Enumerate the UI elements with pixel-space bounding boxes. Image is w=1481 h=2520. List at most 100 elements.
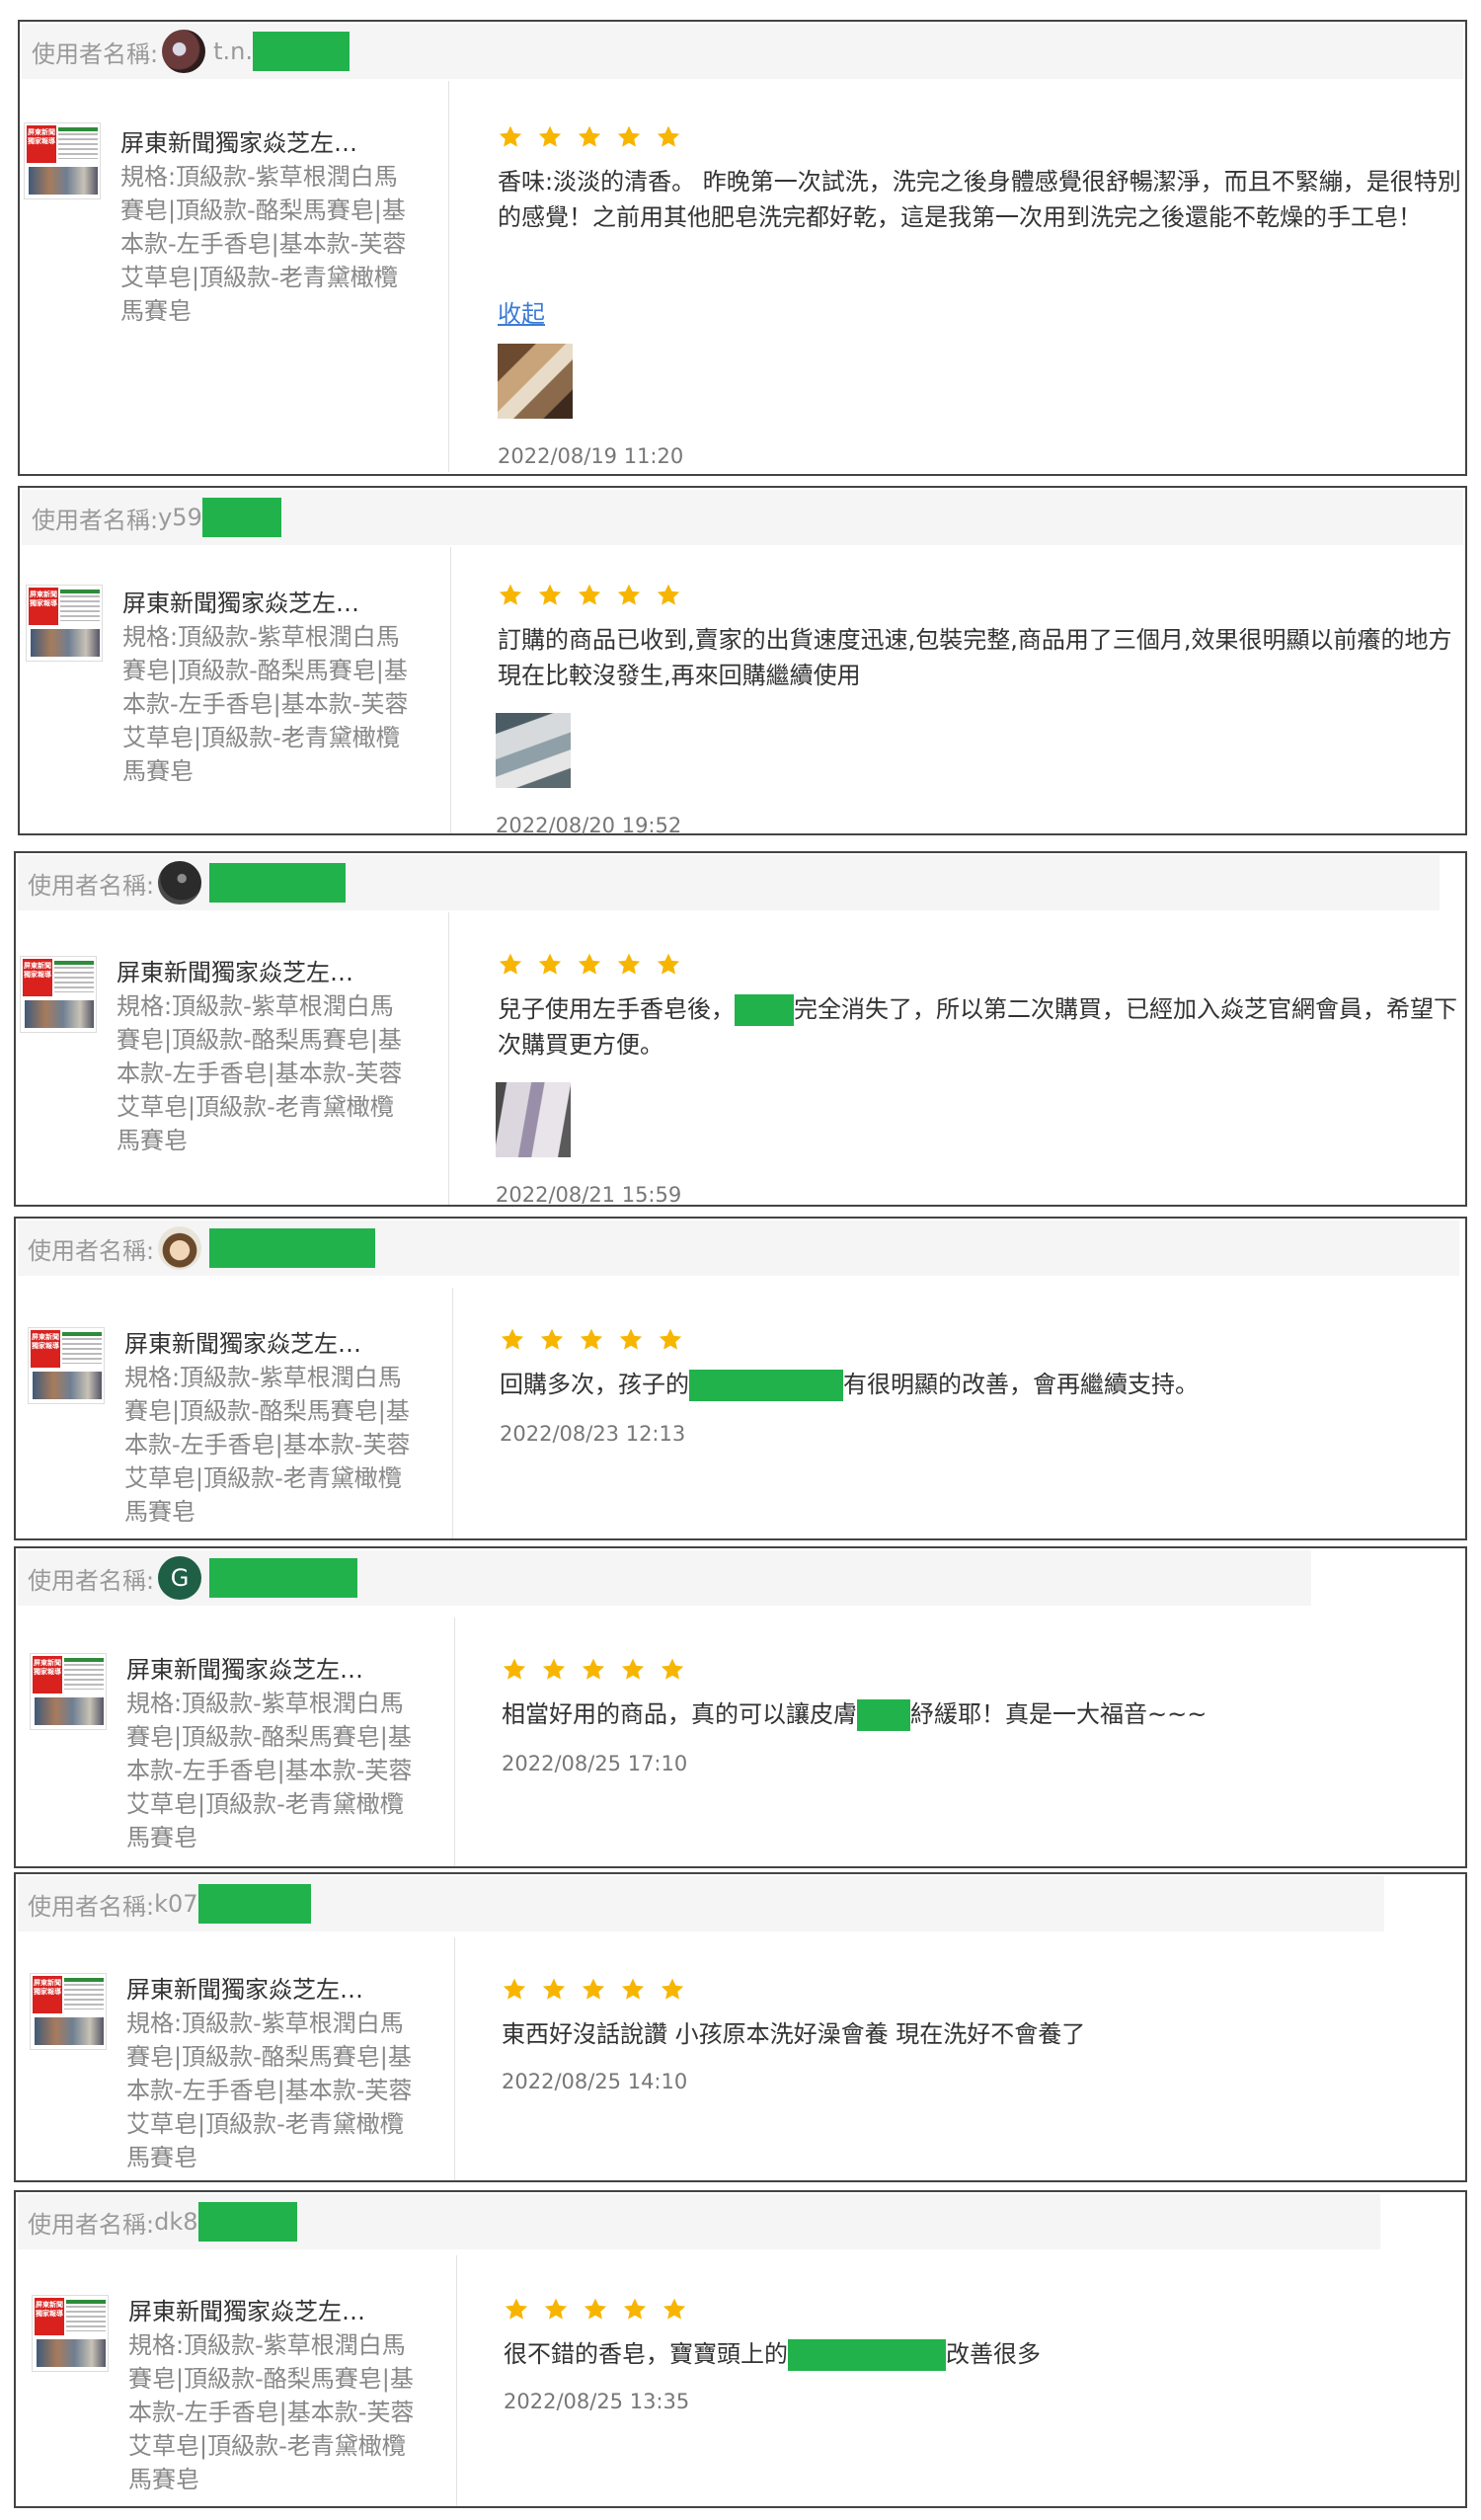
redaction-box (209, 863, 347, 903)
product-spec: 規格:頂級款-紫草根潤白馬賽皂|頂級款-酪梨馬賽皂|基本款-左手香皂|基本款-芙… (128, 2331, 415, 2493)
review-text-part: 相當好用的商品，真的可以讓皮膚 (502, 1700, 857, 1728)
star-rating (502, 1977, 699, 2007)
divider (450, 547, 451, 833)
review-date: 2022/08/23 12:13 (500, 1422, 686, 1446)
username: dk8 (154, 2208, 198, 2236)
product-spec: 規格:頂級款-紫草根潤白馬賽皂|頂級款-酪梨馬賽皂|基本款-左手香皂|基本款-芙… (124, 1364, 411, 1526)
product-info: 屏東新聞獨家焱芝左… 規格:頂級款-紫草根潤白馬賽皂|頂級款-酪梨馬賽皂|基本款… (122, 587, 419, 788)
star-icon (582, 1978, 605, 2000)
avatar (158, 1226, 202, 1270)
star-icon (657, 953, 680, 975)
divider (452, 1288, 453, 1538)
star-icon (621, 1978, 645, 2000)
product-info: 屏東新聞獨家焱芝左… 規格:頂級款-紫草根潤白馬賽皂|頂級款-酪梨馬賽皂|基本款… (126, 1973, 423, 2174)
product-spec: 規格:頂級款-紫草根潤白馬賽皂|頂級款-酪梨馬賽皂|基本款-左手香皂|基本款-芙… (122, 623, 409, 785)
review-text: 很不錯的香皂，寶寶頭上的 改善很多 (504, 2336, 1471, 2372)
review-text: 兒子使用左手香皂後， 完全消失了，所以第二次購買，已經加入焱芝官網會員，希望下次購… (498, 991, 1465, 1063)
star-icon (657, 125, 680, 147)
redaction-box (689, 1370, 843, 1401)
star-icon (617, 125, 641, 147)
username-label: 使用者名稱: (32, 506, 159, 534)
avatar (158, 861, 202, 905)
review-date: 2022/08/25 17:10 (502, 1752, 688, 1775)
redaction-box (201, 498, 281, 537)
product-thumbnail[interactable]: 屏東新聞獨家報導 (28, 1327, 105, 1404)
star-icon (619, 1328, 643, 1350)
star-icon (578, 584, 601, 605)
product-spec: 規格:頂級款-紫草根潤白馬賽皂|頂級款-酪梨馬賽皂|基本款-左手香皂|基本款-芙… (126, 2009, 413, 2171)
divider (454, 1937, 455, 2180)
username-label: 使用者名稱: (28, 1566, 155, 1595)
redaction-box (735, 994, 794, 1026)
star-icon (499, 584, 522, 605)
review-text: 東西好沒話說讚 小孩原本洗好澡會養 現在洗好不會養了 (502, 2016, 1469, 2052)
star-icon (659, 1328, 682, 1350)
star-icon (657, 584, 680, 605)
redaction-box (209, 1228, 376, 1268)
review-card-3: 使用者名稱: 屏東新聞獨家報導 屏東新聞獨家焱芝左… 規格:頂級款-紫草根潤白馬… (14, 851, 1467, 1207)
review-text: 相當好用的商品，真的可以讓皮膚 紓緩耶！真是一大福音~~~ (502, 1696, 1469, 1732)
product-thumbnail[interactable]: 屏東新聞獨家報導 (26, 585, 103, 662)
redaction-box (197, 2202, 297, 2242)
product-info: 屏東新聞獨家焱芝左… 規格:頂級款-紫草根潤白馬賽皂|頂級款-酪梨馬賽皂|基本款… (117, 956, 413, 1157)
product-title[interactable]: 屏東新聞獨家焱芝左… (126, 1973, 423, 2007)
divider (454, 1617, 455, 1866)
review-text-part: 有很明顯的改善，會再繼續支持。 (843, 1371, 1199, 1398)
product-info: 屏東新聞獨家焱芝左… 規格:頂級款-紫草根潤白馬賽皂|頂級款-酪梨馬賽皂|基本款… (128, 2295, 425, 2496)
star-icon (499, 953, 522, 975)
username-label: 使用者名稱: (28, 1236, 155, 1265)
star-icon (499, 125, 522, 147)
star-icon (621, 1658, 645, 1680)
review-photo[interactable] (496, 1082, 571, 1157)
review-text-part: 香味:淡淡的清香。 昨晚第一次試洗，洗完之後身體感覺很舒暢潔淨，而且不緊繃，是很… (498, 168, 1461, 231)
review-date: 2022/08/19 11:20 (498, 444, 684, 468)
product-title[interactable]: 屏東新聞獨家焱芝左… (120, 126, 417, 160)
review-card-1: 使用者名稱: t.n. 屏東新聞獨家報導 屏東新聞獨家焱芝左… 規格:頂級款-紫… (18, 20, 1467, 476)
star-icon (661, 1978, 684, 2000)
product-thumbnail[interactable]: 屏東新聞獨家報導 (20, 956, 97, 1033)
star-icon (580, 1328, 603, 1350)
review-text: 訂購的商品已收到,賣家的出貨速度迅速,包裝完整,商品用了三個月,效果很明顯以前癢… (498, 622, 1465, 693)
review-photo[interactable] (498, 344, 573, 419)
product-title[interactable]: 屏東新聞獨家焱芝左… (126, 1653, 423, 1687)
product-title[interactable]: 屏東新聞獨家焱芝左… (122, 587, 419, 620)
star-icon (538, 953, 562, 975)
review-card-4: 使用者名稱: 屏東新聞獨家報導 屏東新聞獨家焱芝左… 規格:頂級款-紫草根潤白馬… (14, 1217, 1467, 1540)
star-icon (538, 125, 562, 147)
star-rating (498, 124, 695, 154)
star-rating (502, 1657, 699, 1687)
product-thumbnail[interactable]: 屏東新聞獨家報導 (32, 2295, 109, 2372)
reviewer-header: 使用者名稱: t.n. (22, 24, 1463, 79)
star-icon (584, 2298, 607, 2320)
reviewer-header: 使用者名稱: G (18, 1550, 1311, 1606)
product-thumbnail[interactable]: 屏東新聞獨家報導 (30, 1653, 107, 1730)
review-date: 2022/08/25 14:10 (502, 2070, 688, 2093)
collapse-link[interactable]: 收起 (498, 294, 545, 329)
product-thumbnail[interactable]: 屏東新聞獨家報導 (24, 122, 101, 199)
product-thumbnail[interactable]: 屏東新聞獨家報導 (30, 1973, 107, 2050)
review-photo[interactable] (496, 713, 571, 788)
product-spec: 規格:頂級款-紫草根潤白馬賽皂|頂級款-酪梨馬賽皂|基本款-左手香皂|基本款-芙… (117, 992, 403, 1154)
star-rating (498, 583, 695, 612)
review-text-part: 兒子使用左手香皂後， (498, 995, 735, 1023)
product-spec: 規格:頂級款-紫草根潤白馬賽皂|頂級款-酪梨馬賽皂|基本款-左手香皂|基本款-芙… (126, 1690, 413, 1851)
review-card-6: 使用者名稱: k07 屏東新聞獨家報導 屏東新聞獨家焱芝左… 規格:頂級款-紫草… (14, 1872, 1467, 2182)
review-text-part: 回購多次，孩子的 (500, 1371, 689, 1398)
review-text-part: 東西好沒話說讚 小孩原本洗好澡會養 現在洗好不會養了 (502, 2020, 1086, 2048)
star-icon (503, 1658, 526, 1680)
username-label: 使用者名稱: (28, 2210, 155, 2239)
username: y59 (158, 504, 202, 531)
star-icon (582, 1658, 605, 1680)
product-title[interactable]: 屏東新聞獨家焱芝左… (124, 1327, 421, 1361)
star-rating (498, 952, 695, 982)
star-icon (578, 953, 601, 975)
product-title[interactable]: 屏東新聞獨家焱芝左… (117, 956, 413, 989)
reviewer-header: 使用者名稱: (18, 1221, 1459, 1276)
star-icon (538, 584, 562, 605)
star-icon (578, 125, 601, 147)
review-card-2: 使用者名稱: y59 屏東新聞獨家報導 屏東新聞獨家焱芝左… 規格:頂級款-紫草… (18, 486, 1467, 837)
divider (456, 2255, 457, 2506)
product-title[interactable]: 屏東新聞獨家焱芝左… (128, 2295, 425, 2328)
redaction-box (197, 1884, 311, 1924)
product-spec: 規格:頂級款-紫草根潤白馬賽皂|頂級款-酪梨馬賽皂|基本款-左手香皂|基本款-芙… (120, 163, 407, 325)
